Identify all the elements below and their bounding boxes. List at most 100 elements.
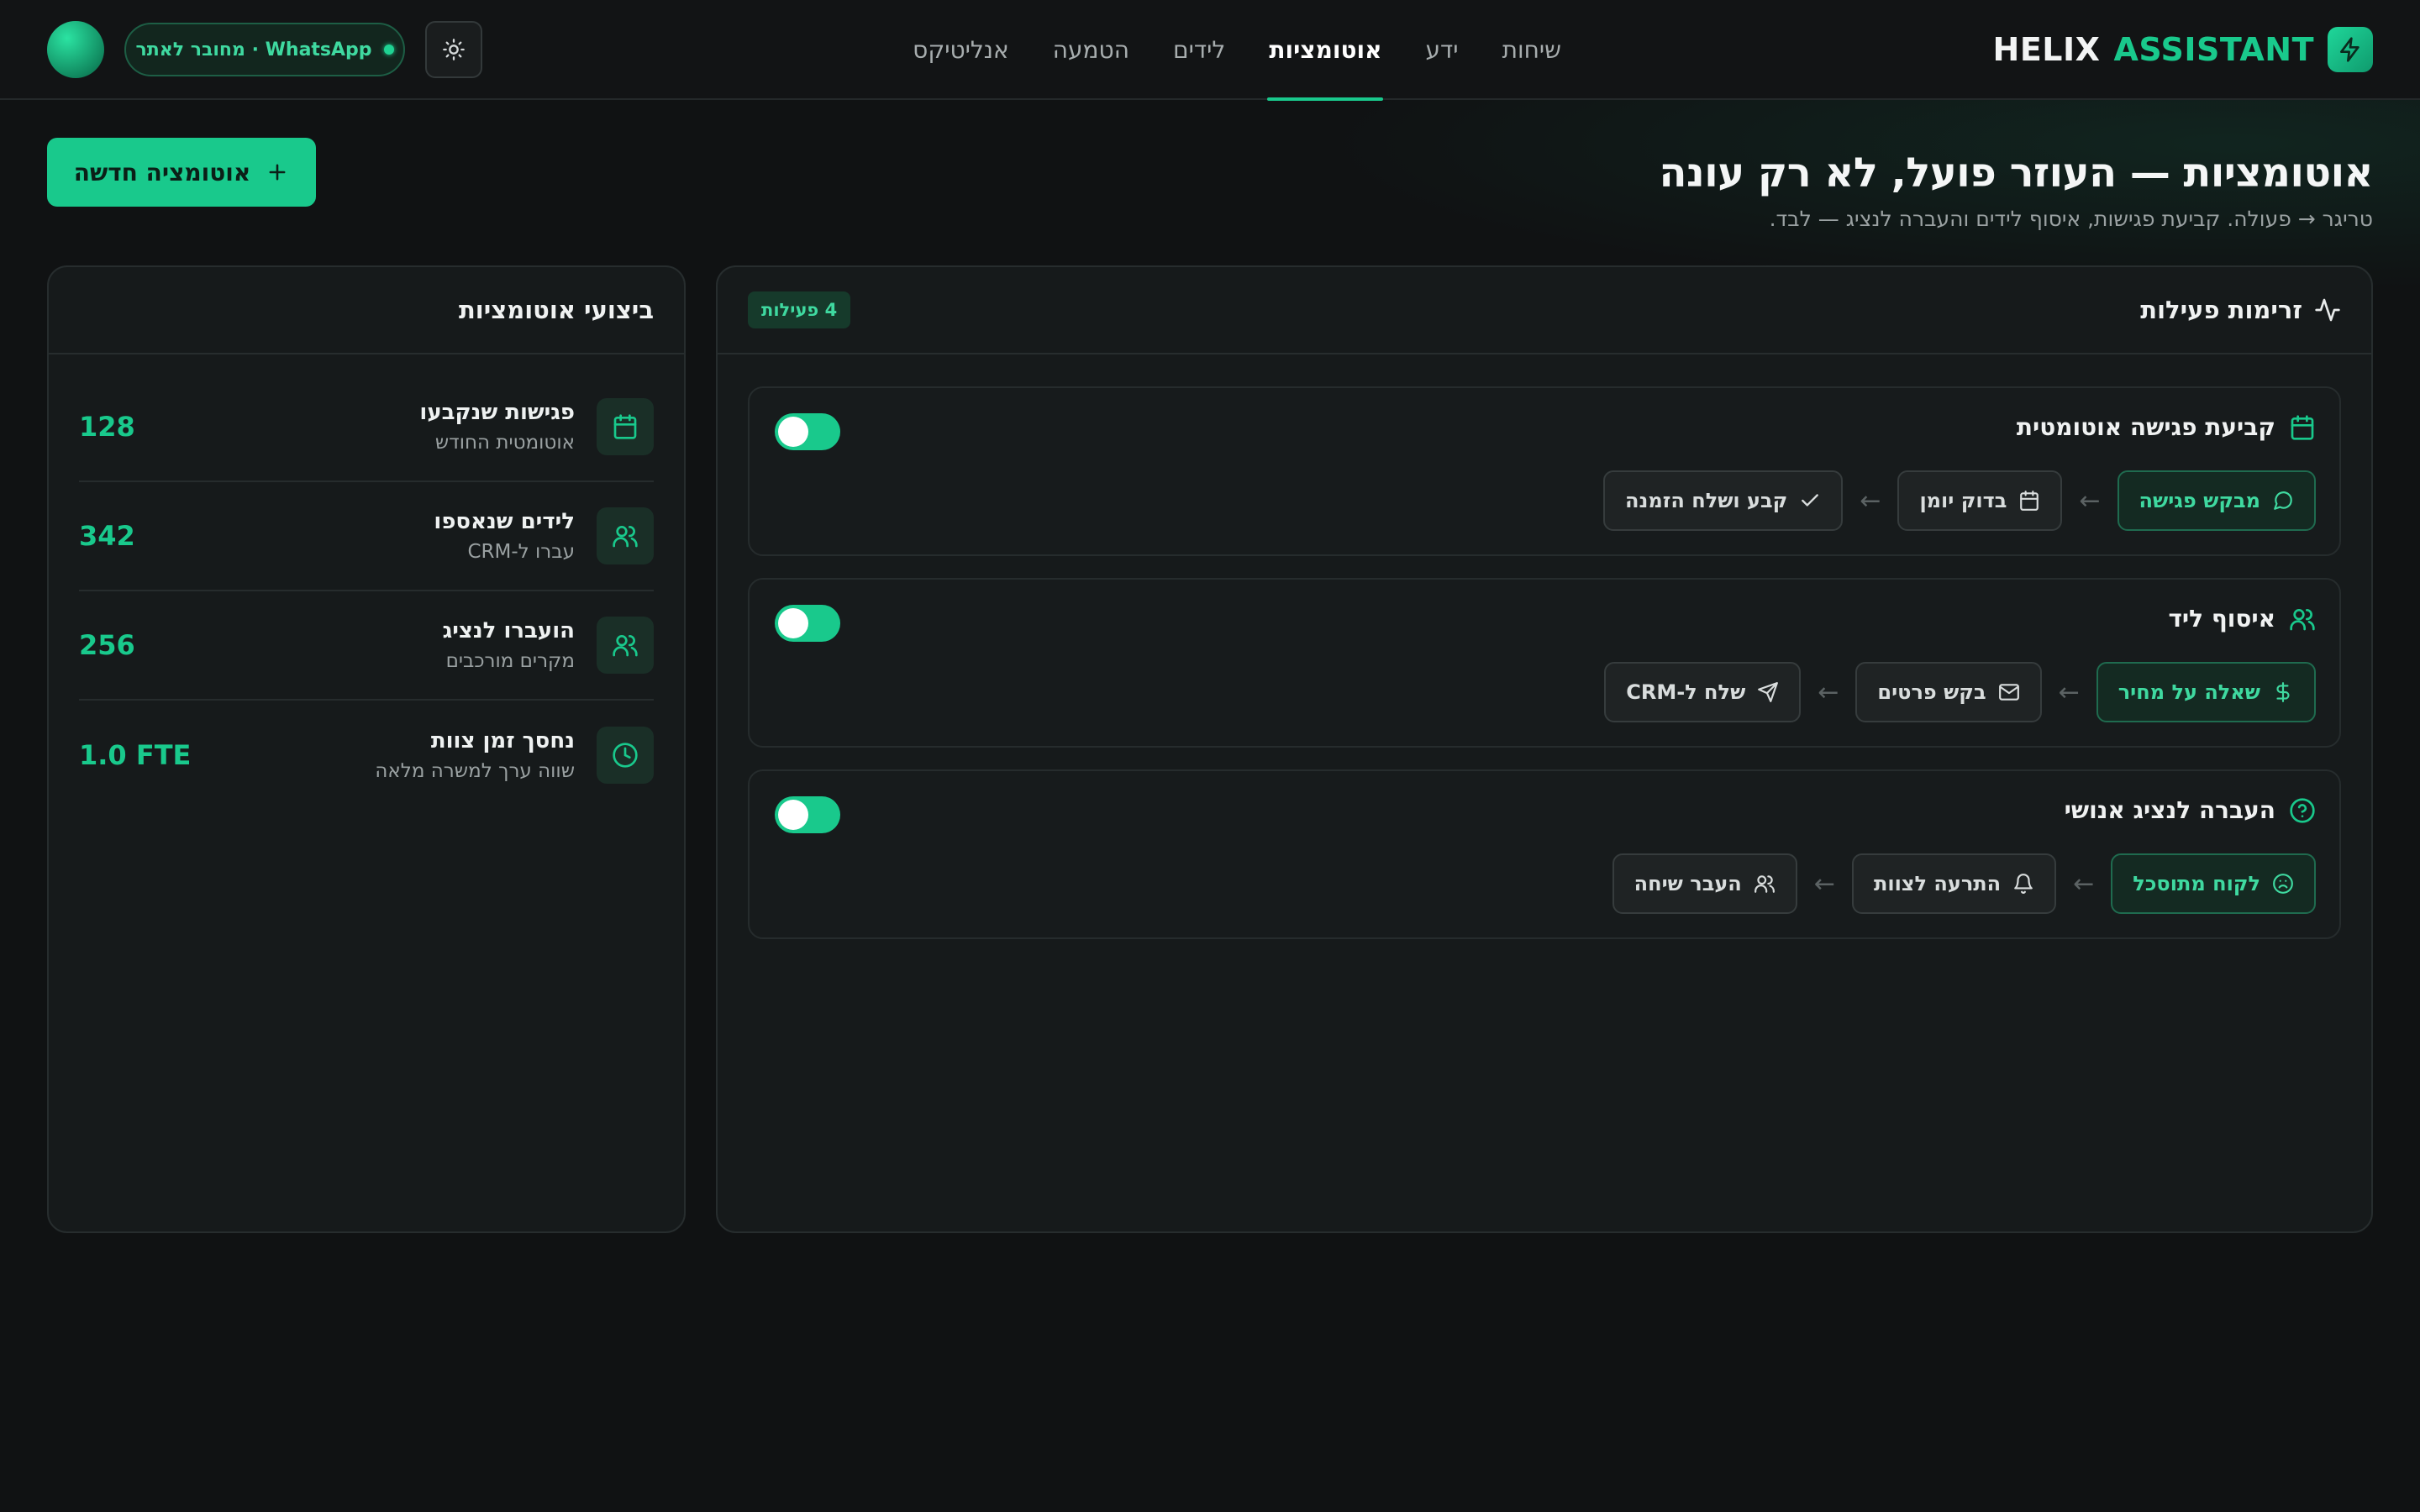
- brand-word-assistant: ASSISTANT: [2113, 31, 2314, 68]
- flow-step-label: התרעה לצוות: [1873, 872, 2002, 895]
- flow-step-label: שלח ל-CRM: [1626, 680, 1746, 704]
- calendar-icon: [2018, 490, 2040, 512]
- stat-sub: אוטומטית החודש: [434, 432, 575, 454]
- flows-title-text: זרימות פעילות: [2140, 296, 2302, 324]
- nav-leads[interactable]: לידים: [1171, 0, 1227, 100]
- flow-step-action[interactable]: שלח ל-CRM: [1604, 662, 1802, 722]
- stat-text: לידים שנאספו עברו ל-CRM: [434, 509, 575, 563]
- flow-steps: מבקש פגישה ← בדוק יומן ← קבע ושלח הזמנה: [1603, 470, 2316, 531]
- brand-name: HELIX ASSISTANT: [1993, 31, 2314, 68]
- stat-text: נחסך זמן צוות שווה ערך למשרה מלאה: [375, 728, 575, 782]
- flow-step-label: קבע ושלח הזמנה: [1625, 489, 1788, 512]
- flow-step-action[interactable]: בקש פרטים: [1855, 662, 2042, 722]
- flow-step-trigger[interactable]: שאלה על מחיר: [2096, 662, 2316, 722]
- flow-title: איסוף ליד: [2168, 605, 2316, 633]
- active-count-badge: 4 פעילות: [748, 291, 851, 328]
- stat-value: 256: [79, 629, 135, 661]
- flows-panel-header: זרימות פעילות 4 פעילות: [718, 267, 2371, 354]
- stat-label: נחסך זמן צוות: [430, 728, 575, 753]
- check-icon: [1799, 490, 1821, 512]
- page-subtitle: טריגר → פעולה. קביעת פגישות, איסוף לידים…: [1769, 207, 2373, 231]
- stat-sub: מקרים מורכבים: [445, 650, 575, 672]
- flow-step-label: בקש פרטים: [1877, 680, 1986, 704]
- activity-icon: [2314, 297, 2341, 323]
- sun-icon: [442, 38, 466, 61]
- nav-automations[interactable]: אוטומציות: [1267, 0, 1384, 101]
- stat-text: פגישות שנקבעו אוטומטית החודש: [419, 400, 575, 454]
- users-icon: [2289, 606, 2316, 633]
- new-automation-button[interactable]: אוטומציה חדשה: [47, 138, 316, 207]
- calendar-icon: [2289, 414, 2316, 441]
- flows-panel-title: זרימות פעילות: [2140, 296, 2341, 324]
- flow-title: העברה לנציג אנושי: [2065, 796, 2316, 824]
- calendar-icon: [597, 398, 654, 455]
- flow-title-text: קביעת פגישה אוטומטית: [2016, 413, 2275, 441]
- nav-knowledge[interactable]: ידע: [1423, 0, 1460, 100]
- brand-word-helix: HELIX: [1992, 31, 2101, 68]
- status-dot: [383, 45, 394, 55]
- main-nav: שיחות ידע אוטומציות לידים הטמעה אנליטיקס: [911, 0, 1563, 101]
- flow-enabled-toggle[interactable]: [775, 796, 840, 833]
- connection-status-badge[interactable]: WhatsApp · מחובר לאתר: [124, 23, 405, 76]
- clock-icon: [597, 727, 654, 784]
- stats-list: פגישות שנקבעו אוטומטית החודש 128 לידים ש…: [49, 354, 684, 810]
- flow-step-trigger[interactable]: מבקש פגישה: [2117, 470, 2316, 531]
- flow-step-label: העבר שיחה: [1634, 872, 1742, 895]
- brand-logo[interactable]: HELIX ASSISTANT: [1993, 26, 2373, 73]
- help-circle-icon: [2289, 797, 2316, 824]
- flow-enabled-toggle[interactable]: [775, 413, 840, 450]
- stat-value: 1.0 FTE: [79, 739, 192, 771]
- automation-performance-panel: ביצועי אוטומציות פגישות שנקבעו אוטומטית …: [47, 265, 686, 1233]
- flow-step-action[interactable]: העבר שיחה: [1612, 853, 1797, 914]
- stat-label: הועברו לנציג: [442, 618, 575, 643]
- bell-icon: [2012, 873, 2034, 895]
- flow-step-action[interactable]: התרעה לצוות: [1851, 853, 2057, 914]
- plus-icon: [266, 160, 289, 184]
- flow-card-meeting[interactable]: קביעת פגישה אוטומטית מבקש פגישה ← בדוק י…: [748, 386, 2341, 556]
- flow-enabled-toggle[interactable]: [775, 605, 840, 642]
- users-icon: [1754, 873, 1776, 895]
- step-arrow: ←: [1860, 486, 1881, 516]
- stat-meetings: פגישות שנקבעו אוטומטית החודש 128: [79, 373, 654, 482]
- flow-steps: לקוח מתוסכל ← התרעה לצוות ← העבר שיחה: [1612, 853, 2316, 914]
- stat-leads: לידים שנאספו עברו ל-CRM 342: [79, 482, 654, 591]
- stat-label: לידים שנאספו: [434, 509, 575, 534]
- step-arrow: ←: [1818, 677, 1839, 707]
- flow-list: קביעת פגישה אוטומטית מבקש פגישה ← בדוק י…: [718, 354, 2371, 939]
- flow-step-action[interactable]: קבע ושלח הזמנה: [1603, 470, 1844, 531]
- nav-conversations[interactable]: שיחות: [1501, 0, 1563, 100]
- send-icon: [1757, 681, 1779, 703]
- flow-step-label: שאלה על מחיר: [2118, 680, 2260, 704]
- new-automation-label: אוטומציה חדשה: [73, 158, 251, 186]
- stat-sub: שווה ערך למשרה מלאה: [375, 760, 575, 782]
- flow-step-action[interactable]: בדוק יומן: [1897, 470, 2063, 531]
- flow-steps: שאלה על מחיר ← בקש פרטים ← שלח ל-CRM: [1604, 662, 2316, 722]
- flow-title: קביעת פגישה אוטומטית: [2017, 413, 2316, 441]
- flow-card-handoff[interactable]: העברה לנציג אנושי לקוח מתוסכל ← התרעה לצ…: [748, 769, 2341, 939]
- dollar-icon: [2272, 681, 2294, 703]
- connection-status-label: WhatsApp · מחובר לאתר: [135, 39, 372, 60]
- theme-toggle-button[interactable]: [425, 21, 482, 78]
- flow-step-label: בדוק יומן: [1919, 489, 2007, 512]
- nav-embed[interactable]: הטמעה: [1051, 0, 1131, 100]
- flow-step-label: מבקש פגישה: [2139, 489, 2261, 512]
- chat-bubble-icon: [2272, 490, 2294, 512]
- stat-sub: עברו ל-CRM: [467, 541, 575, 563]
- frown-icon: [2272, 873, 2294, 895]
- stat-value: 342: [79, 520, 135, 552]
- users-icon: [597, 617, 654, 674]
- step-arrow: ←: [1813, 869, 1835, 899]
- flow-step-label: לקוח מתוסכל: [2133, 872, 2260, 895]
- stat-text: הועברו לנציג מקרים מורכבים: [443, 618, 575, 672]
- stat-time-saved: נחסך זמן צוות שווה ערך למשרה מלאה 1.0 FT…: [79, 701, 654, 810]
- flow-title-text: איסוף ליד: [2168, 605, 2275, 633]
- flow-step-trigger[interactable]: לקוח מתוסכל: [2111, 853, 2316, 914]
- nav-analytics[interactable]: אנליטיקס: [911, 0, 1011, 100]
- avatar[interactable]: [47, 21, 104, 78]
- top-bar: HELIX ASSISTANT שיחות ידע אוטומציות לידי…: [0, 0, 2420, 101]
- step-arrow: ←: [2079, 486, 2101, 516]
- stats-panel-title: ביצועי אוטומציות: [459, 296, 654, 324]
- step-arrow: ←: [2058, 677, 2080, 707]
- flow-title-text: העברה לנציג אנושי: [2064, 796, 2275, 824]
- flow-card-lead[interactable]: איסוף ליד שאלה על מחיר ← בקש פרטים ← שלח…: [748, 578, 2341, 748]
